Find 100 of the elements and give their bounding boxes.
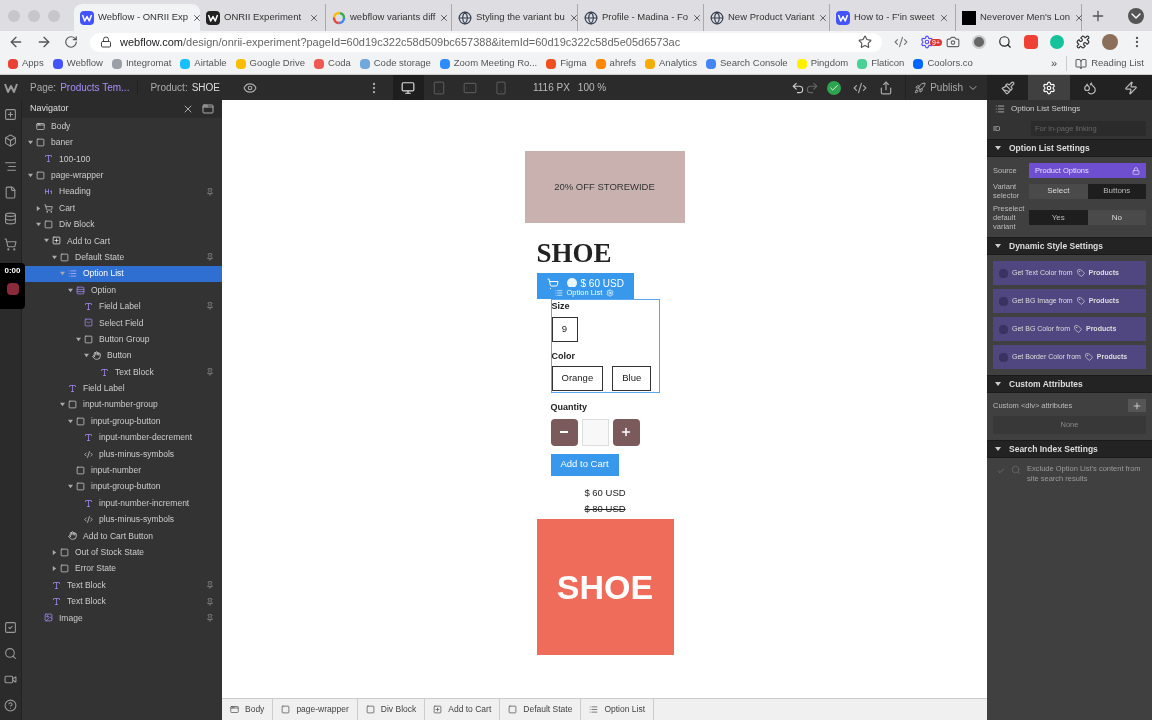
breadcrumb[interactable]: Default State	[500, 699, 582, 720]
navigator-item[interactable]: plus-minus-symbols	[22, 511, 222, 528]
bookmark[interactable]: Integromat	[111, 56, 172, 71]
section-header[interactable]: Search Index Settings	[987, 440, 1152, 458]
tab-title: Webflow - ONRII Exp	[98, 10, 189, 25]
item-label: Div Block	[59, 218, 95, 231]
navigator-item[interactable]: plus-minus-symbols	[22, 445, 222, 463]
page-selector[interactable]: Page: Products Tem...	[22, 80, 138, 95]
navigator-item[interactable]: Div Block	[22, 216, 222, 233]
item-label: Body	[51, 119, 71, 133]
navigator-item[interactable]: input-number-increment	[22, 495, 222, 512]
bookmark[interactable]: Coda	[314, 56, 351, 71]
recording-time: 0:00	[4, 265, 21, 277]
promo-banner: 20% OFF STOREWIDE	[524, 151, 685, 223]
more-bookmarks-button[interactable]: »	[1051, 55, 1058, 72]
bookmark[interactable]: Analytics	[645, 56, 698, 71]
breadcrumb[interactable]: Body	[222, 699, 274, 720]
navigator-item[interactable]: Option	[22, 281, 222, 299]
item-label: input-number	[91, 464, 142, 477]
navigator-item[interactable]: Heading	[22, 183, 222, 200]
compare-price: $ 80 USD	[583, 501, 627, 516]
segment-button[interactable]: Select	[1029, 183, 1088, 199]
bookmark[interactable]: Zoom Meeting Ro...	[439, 56, 538, 71]
bookmark[interactable]: Search Console	[706, 56, 788, 71]
item-label: Option	[91, 283, 117, 297]
item-label: Default State	[75, 250, 125, 264]
navigator-item[interactable]: input-group-button	[22, 413, 222, 430]
quantity-label: Quantity	[550, 401, 588, 414]
navigator-item[interactable]: 100-100	[22, 150, 222, 168]
bookmark[interactable]: Pingdom	[796, 56, 849, 71]
item-label: Button Group	[99, 332, 150, 346]
navigator-item[interactable]: Add to Cart	[22, 232, 222, 250]
product-price: $ 60 USD	[583, 485, 627, 500]
navigator-item[interactable]: input-group-button	[22, 478, 222, 495]
navigator-item[interactable]: Select Field	[22, 314, 222, 332]
product-selector[interactable]: Product: SHOE	[137, 80, 236, 95]
item-label: Cart	[59, 201, 76, 215]
tab-title: Profile - Madina - Fo	[602, 10, 689, 25]
section-header[interactable]: Custom Attributes	[987, 375, 1152, 393]
navigator-item[interactable]: Add to Cart Button	[22, 527, 222, 545]
bookmark[interactable]: Coolors.co	[913, 56, 973, 71]
bookmark[interactable]: Code storage	[359, 56, 431, 71]
navigator-item[interactable]: Text Block	[22, 363, 222, 381]
option-value-button[interactable]: Blue	[612, 366, 652, 391]
breadcrumb[interactable]: page-wrapper	[273, 699, 358, 720]
navigator-item[interactable]: Field Label	[22, 380, 222, 397]
tab-title: Neverover Men's Lon	[980, 10, 1070, 25]
item-label: Error State	[75, 562, 117, 576]
segment-button[interactable]: Yes	[1029, 210, 1088, 225]
navigator-item[interactable]: input-number-group	[22, 396, 222, 414]
breadcrumb[interactable]: Add to Cart	[425, 699, 501, 720]
navigator-item[interactable]: Default State	[22, 249, 222, 266]
navigator-item[interactable]: Image	[22, 609, 222, 627]
bookmark[interactable]: Flaticon	[857, 56, 905, 71]
bookmark[interactable]: Airtable	[180, 56, 227, 71]
item-label: Text Block	[67, 578, 106, 592]
section-header[interactable]: Dynamic Style Settings	[987, 237, 1152, 255]
breadcrumb[interactable]: Option List	[581, 699, 655, 720]
panel-title: Navigator	[30, 102, 70, 116]
reading-list-button[interactable]: Reading List	[1066, 56, 1144, 71]
option-value-button[interactable]: Orange	[551, 366, 604, 391]
navigator-item[interactable]: Error State	[22, 560, 222, 577]
item-label: Add to Cart Button	[83, 529, 153, 543]
navigator-item[interactable]: page-wrapper	[22, 167, 222, 184]
navigator-item[interactable]: Text Block	[22, 576, 222, 594]
item-label: Image	[59, 611, 83, 625]
bookmark[interactable]: Figma	[546, 56, 587, 71]
navigator-item[interactable]: input-number	[22, 462, 222, 479]
bookmark[interactable]: ahrefs	[595, 56, 636, 71]
navigator-item[interactable]: Option List	[22, 265, 222, 282]
segment-button[interactable]: Buttons	[1087, 183, 1146, 199]
breadcrumb[interactable]: Div Block	[357, 699, 426, 720]
navigator-item[interactable]: Body	[22, 118, 222, 135]
option-label: Color	[551, 349, 576, 363]
navigator-item[interactable]: Button	[22, 347, 222, 364]
item-label: baner	[51, 136, 73, 149]
segment-button[interactable]: No	[1087, 210, 1146, 225]
item-label: 100-100	[59, 152, 91, 166]
option-label: Size	[551, 300, 571, 313]
item-label: Button	[107, 349, 132, 363]
section-header[interactable]: Option List Settings	[987, 139, 1152, 157]
navigator-item[interactable]: Out of Stock State	[22, 544, 222, 561]
tab-title: How to - F'in sweet	[854, 10, 935, 25]
option-value-button[interactable]: 9	[551, 316, 578, 342]
navigator-item[interactable]: baner	[22, 134, 222, 151]
bookmark[interactable]: Google Drive	[235, 56, 305, 71]
navigator-item[interactable]: Field Label	[22, 298, 222, 315]
item-label: Field Label	[83, 382, 125, 395]
bookmark[interactable]: Apps	[8, 56, 44, 71]
bookmark[interactable]: Webflow	[52, 56, 103, 71]
navigator-item[interactable]: Cart	[22, 199, 222, 217]
item-label: input-number-increment	[99, 496, 190, 510]
browser-tab[interactable]: Webflow - ONRII Exp	[74, 4, 200, 31]
navigator-item[interactable]: Text Block	[22, 593, 222, 610]
navigator-item[interactable]: input-number-decrement	[22, 429, 222, 446]
product-image: SHOE	[536, 519, 674, 655]
item-label: page-wrapper	[51, 169, 104, 182]
panel-title: Option List Settings	[1011, 103, 1081, 115]
address-bar[interactable]: webflow.com/design/onrii-experiment?pageId=60d19c322c58d509bc657388&itemId=60d19c322c58d5e05d6573ac	[90, 32, 882, 52]
navigator-item[interactable]: Button Group	[22, 331, 222, 348]
